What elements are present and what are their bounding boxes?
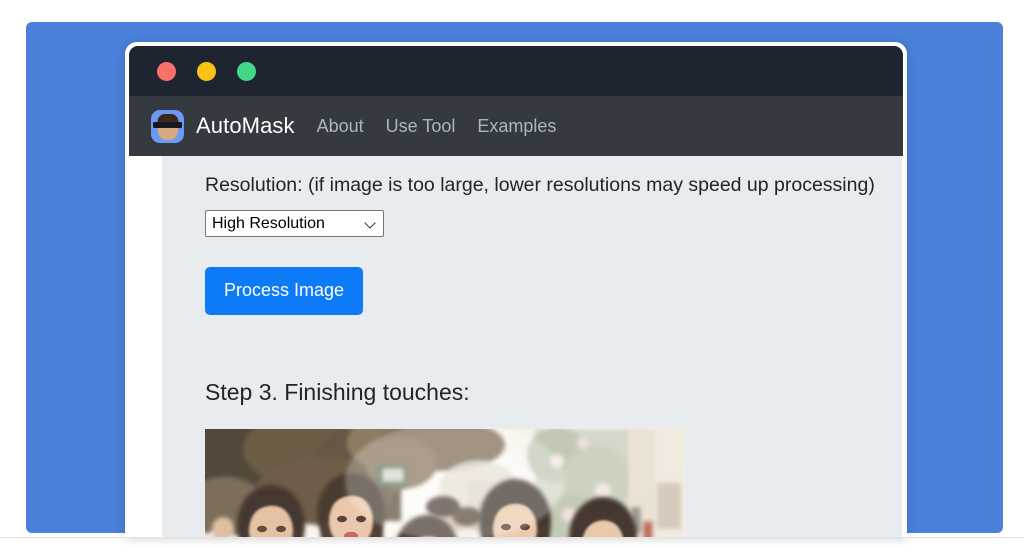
brand-name: AutoMask <box>196 113 295 139</box>
process-image-button[interactable]: Process Image <box>205 267 363 315</box>
browser-titlebar <box>129 46 903 96</box>
brand-link[interactable]: AutoMask <box>151 110 295 143</box>
resolution-select[interactable]: High Resolution <box>205 210 384 237</box>
traffic-light-maximize-icon[interactable] <box>237 62 256 81</box>
step-3-heading: Step 3. Finishing touches: <box>205 378 902 406</box>
traffic-light-minimize-icon[interactable] <box>197 62 216 81</box>
nav-link-use-tool[interactable]: Use Tool <box>386 116 456 137</box>
page-bottom-divider <box>0 537 1024 538</box>
browser-window-mock: AutoMask About Use Tool Examples Resolut… <box>125 42 907 537</box>
page-body: Resolution: (if image is too large, lowe… <box>129 156 903 537</box>
resolution-label: Resolution: (if image is too large, lowe… <box>205 172 902 198</box>
page-left-gutter <box>129 156 162 537</box>
nav-link-examples[interactable]: Examples <box>477 116 556 137</box>
site-navbar: AutoMask About Use Tool Examples <box>129 96 903 156</box>
result-image-canvas <box>205 429 685 537</box>
page-content: Resolution: (if image is too large, lowe… <box>162 156 902 537</box>
browser-window-inner: AutoMask About Use Tool Examples Resolut… <box>129 46 903 537</box>
nav-link-about[interactable]: About <box>317 116 364 137</box>
traffic-light-close-icon[interactable] <box>157 62 176 81</box>
page-right-gutter <box>902 156 903 537</box>
masked-face-icon <box>151 110 184 143</box>
screenshot-root: AutoMask About Use Tool Examples Resolut… <box>0 0 1024 557</box>
resolution-select-wrapper: High Resolution <box>205 210 384 237</box>
nav-links: About Use Tool Examples <box>317 116 579 137</box>
result-image <box>205 429 685 537</box>
